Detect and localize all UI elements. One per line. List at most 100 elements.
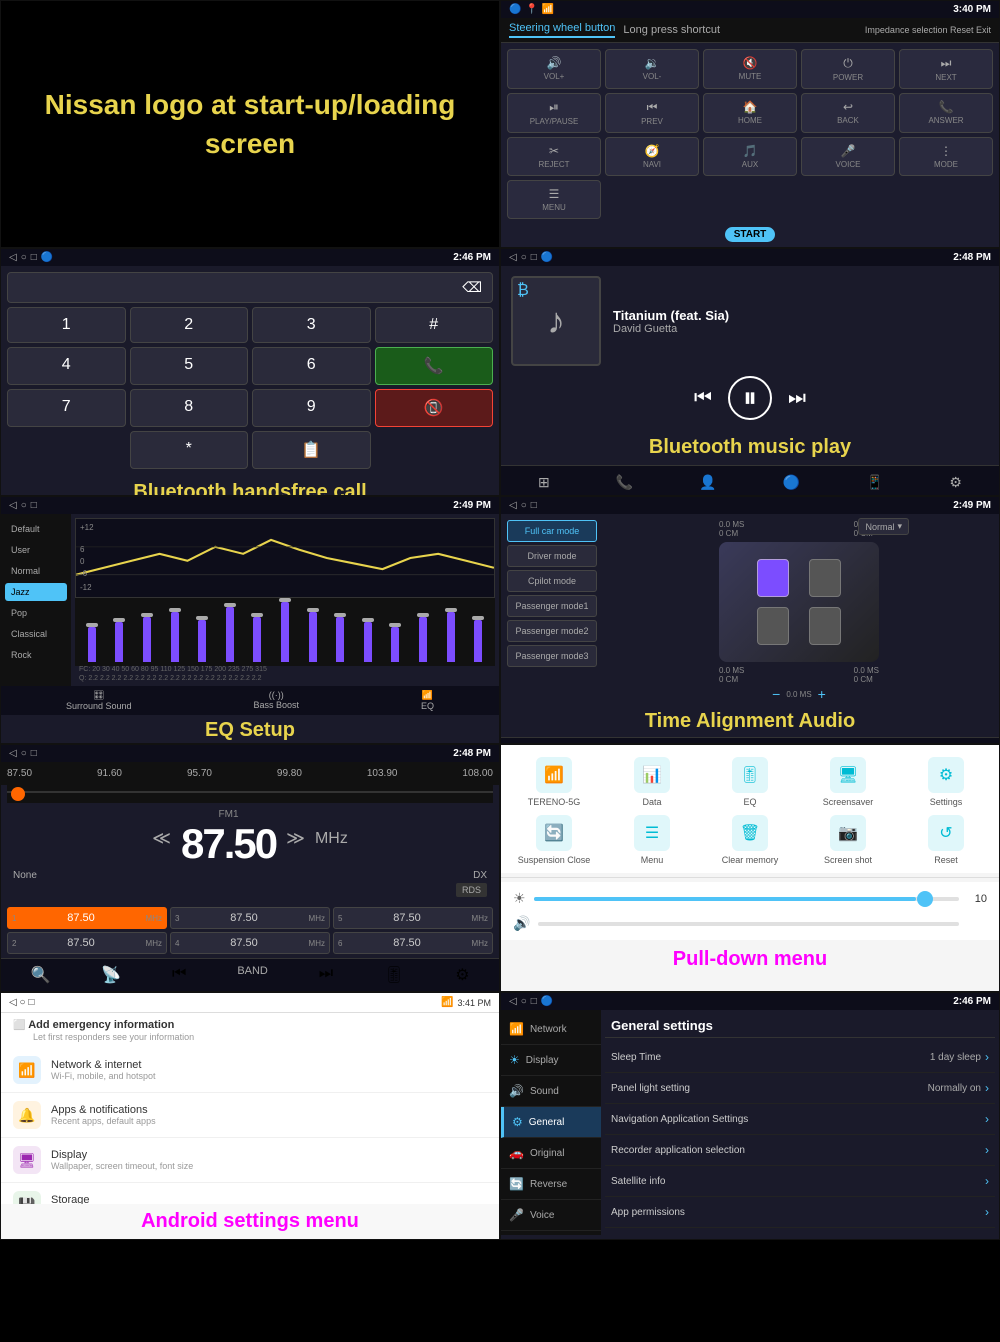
gen-recorder[interactable]: Recorder application selection › <box>605 1135 995 1166</box>
aux-btn[interactable]: 🎵AUX <box>703 137 797 176</box>
radio-eq-icon[interactable]: 🎚 <box>384 965 404 985</box>
tab-long-press[interactable]: Long press shortcut <box>623 24 720 36</box>
ta-normal-dropdown[interactable]: Normal ▾ <box>858 518 909 535</box>
dial-call[interactable]: 📞 <box>375 347 494 385</box>
pd-menu-item[interactable]: ☰ Menu <box>607 815 697 865</box>
dial-7[interactable]: 7 <box>7 389 126 427</box>
eq-bar-40[interactable] <box>134 617 160 662</box>
dial-4[interactable]: 4 <box>7 347 126 385</box>
radio-scan-back-btn[interactable]: ≪ <box>152 828 171 849</box>
vol-minus-btn[interactable]: 🔉VOL- <box>605 49 699 89</box>
radio-prev-icon[interactable]: ⏮ <box>172 965 186 985</box>
sidebar-general[interactable]: ⚙ General <box>501 1107 601 1138</box>
eq-bar-125[interactable] <box>300 612 326 662</box>
preset-pop[interactable]: Pop <box>5 604 67 622</box>
music-next-btn[interactable]: ⏭ <box>788 387 806 410</box>
prev-btn[interactable]: ⏮PREV <box>605 93 699 133</box>
pd-wifi-item[interactable]: 📶 TERENO-5G <box>509 757 599 807</box>
radio-band-btn[interactable]: BAND <box>237 965 268 985</box>
eq-bar-315[interactable] <box>465 620 491 662</box>
pd-shot-item[interactable]: 📷 Screen shot <box>803 815 893 865</box>
pd-data-item[interactable]: 📊 Data <box>607 757 697 807</box>
mode-btn[interactable]: ⋮MODE <box>899 137 993 176</box>
sidebar-original[interactable]: 🚗 Original <box>501 1138 601 1169</box>
tab-steering-button[interactable]: Steering wheel button <box>509 22 615 38</box>
preset-user[interactable]: User <box>5 541 67 559</box>
eq-bar-110[interactable] <box>272 602 298 662</box>
play-pause-btn[interactable]: ⏯PLAY/PAUSE <box>507 93 601 133</box>
ta-driver-btn[interactable]: Driver mode <box>507 545 597 567</box>
sidebar-voice[interactable]: 🎤 Voice <box>501 1200 601 1231</box>
next-btn[interactable]: ⏭NEXT <box>899 49 993 89</box>
pd-clear-item[interactable]: 🗑 Clear memory <box>705 815 795 865</box>
dial-1[interactable]: 1 <box>7 307 126 343</box>
preset-rock[interactable]: Rock <box>5 646 67 664</box>
android-back-icon[interactable]: ◁ <box>9 997 17 1008</box>
settings-apps[interactable]: 🔔 Apps & notifications Recent apps, defa… <box>1 1093 499 1138</box>
ta-passenger3-btn[interactable]: Passenger mode3 <box>507 645 597 667</box>
answer-btn[interactable]: 📞ANSWER <box>899 93 993 133</box>
voice-btn[interactable]: 🎤VOICE <box>801 137 895 176</box>
btmusic-nav-settings[interactable]: ⚙ <box>949 474 962 491</box>
sidebar-sound[interactable]: 🔊 Sound <box>501 1076 601 1107</box>
btmusic-nav-media[interactable]: 📱 <box>866 474 883 491</box>
sidebar-reverse[interactable]: 🔄 Reverse <box>501 1169 601 1200</box>
bass-boost-btn[interactable]: ((·)) Bass Boost <box>253 690 299 711</box>
preset-4[interactable]: 4 87.50 MHz <box>170 932 330 954</box>
vol-plus-btn[interactable]: 🔊VOL+ <box>507 49 601 89</box>
settings-display[interactable]: 🖥 Display Wallpaper, screen timeout, fon… <box>1 1138 499 1183</box>
surround-sound-btn[interactable]: 🎛 Surround Sound <box>66 690 132 711</box>
radio-scan-fwd-btn[interactable]: ≫ <box>286 828 305 849</box>
dial-2[interactable]: 2 <box>130 307 249 343</box>
dial-9[interactable]: 9 <box>252 389 371 427</box>
btmusic-nav-bt[interactable]: 🔵 <box>783 474 800 491</box>
preset-1[interactable]: 1 87.50 MHz <box>7 907 167 929</box>
radio-antenna-icon[interactable]: 📡 <box>101 965 121 985</box>
ta-copilot-btn[interactable]: Cpilot mode <box>507 570 597 592</box>
preset-5[interactable]: 5 87.50 MHz <box>333 907 493 929</box>
eq-btn[interactable]: 📶 EQ <box>421 690 434 711</box>
preset-jazz[interactable]: Jazz <box>5 583 67 601</box>
android-home-icon[interactable]: ○ <box>19 997 25 1008</box>
android-sq-icon[interactable]: □ <box>28 997 34 1008</box>
dial-contacts[interactable]: 📋 <box>252 431 371 469</box>
mute-btn[interactable]: 🔇MUTE <box>703 49 797 89</box>
eq-bar-235[interactable] <box>410 617 436 662</box>
settings-network[interactable]: 📶 Network & internet Wi-Fi, mobile, and … <box>1 1048 499 1093</box>
dial-star[interactable]: * <box>130 431 249 469</box>
radio-search-icon[interactable]: 🔍 <box>30 965 50 985</box>
reject-btn[interactable]: ✂REJECT <box>507 137 601 176</box>
dial-6[interactable]: 6 <box>252 347 371 385</box>
preset-3[interactable]: 3 87.50 MHz <box>170 907 330 929</box>
backspace-icon[interactable]: ⌫ <box>462 279 482 296</box>
btmusic-nav-contacts[interactable]: 👤 <box>699 474 716 491</box>
power-btn[interactable]: ⏻POWER <box>801 49 895 89</box>
pd-eq-item[interactable]: 🎚 EQ <box>705 757 795 807</box>
back-btn[interactable]: ↩BACK <box>801 93 895 133</box>
eq-bar-50[interactable] <box>162 612 188 662</box>
navi-btn[interactable]: 🧭NAVI <box>605 137 699 176</box>
dial-hash[interactable]: # <box>375 307 494 343</box>
btmusic-nav-apps[interactable]: ⊞ <box>538 474 550 491</box>
preset-6[interactable]: 6 87.50 MHz <box>333 932 493 954</box>
ta-passenger2-btn[interactable]: Passenger mode2 <box>507 620 597 642</box>
volume-track[interactable] <box>538 922 959 926</box>
ta-fullcar-btn[interactable]: Full car mode <box>507 520 597 542</box>
music-play-btn[interactable]: ⏸ <box>728 376 772 420</box>
gen-satellite[interactable]: Satellite info › <box>605 1166 995 1197</box>
brightness-track[interactable] <box>534 897 959 901</box>
ta-minus-btn[interactable]: − <box>772 686 780 702</box>
eq-bar-200[interactable] <box>383 627 409 662</box>
sidebar-network[interactable]: 📶 Network <box>501 1014 601 1045</box>
preset-2[interactable]: 2 87.50 MHz <box>7 932 167 954</box>
radio-settings-icon[interactable]: ⚙ <box>455 965 469 985</box>
gen-panel-light[interactable]: Panel light setting Normally on › <box>605 1073 995 1104</box>
menu-btn[interactable]: ☰MENU <box>507 180 601 219</box>
gen-app-permissions[interactable]: App permissions › <box>605 1197 995 1228</box>
eq-bar-175[interactable] <box>355 622 381 662</box>
preset-default[interactable]: Default <box>5 520 67 538</box>
music-prev-btn[interactable]: ⏮ <box>694 387 712 410</box>
ta-passenger1-btn[interactable]: Passenger mode1 <box>507 595 597 617</box>
pd-settings-item[interactable]: ⚙ Settings <box>901 757 991 807</box>
preset-classical[interactable]: Classical <box>5 625 67 643</box>
